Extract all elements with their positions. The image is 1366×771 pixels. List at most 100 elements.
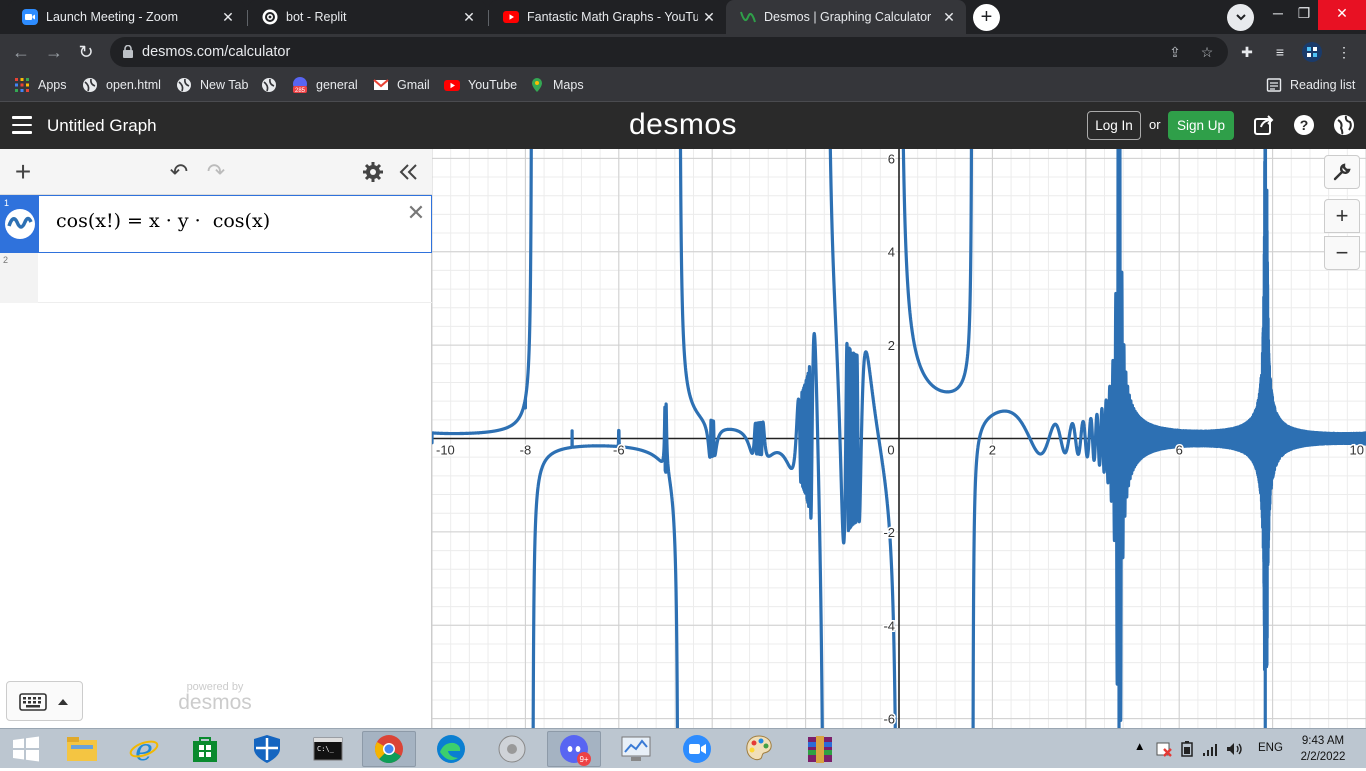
x-tick-label: 2 bbox=[989, 443, 996, 458]
bookmark-label: YouTube bbox=[468, 78, 518, 92]
maps-icon bbox=[532, 78, 542, 92]
share-graph-icon[interactable] bbox=[1253, 114, 1275, 136]
input-language-indicator[interactable]: ENG bbox=[1258, 742, 1283, 754]
or-text: or bbox=[1149, 117, 1161, 132]
taskbar-app[interactable] bbox=[424, 731, 478, 767]
replit-icon bbox=[262, 9, 278, 25]
tab-zoom[interactable]: Launch Meeting - Zoom ✕ bbox=[8, 0, 245, 34]
tab-replit[interactable]: bot - Replit ✕ bbox=[248, 0, 486, 34]
bookmark-new-tab[interactable]: New Tab bbox=[176, 76, 248, 94]
bookmark-untitled[interactable] bbox=[261, 76, 285, 94]
gmail-icon bbox=[373, 79, 389, 90]
back-button[interactable]: ← bbox=[8, 39, 34, 65]
taskbar-clock[interactable]: 9:43 AM 2/2/2022 bbox=[1288, 733, 1358, 765]
show-hidden-icons-icon[interactable]: ▲ bbox=[1134, 741, 1145, 753]
expression-row[interactable]: 2 bbox=[0, 253, 432, 303]
redo-button[interactable]: ↷ bbox=[203, 159, 229, 185]
x-tick-label: 0 bbox=[887, 443, 894, 458]
bookmark-apps[interactable]: Apps bbox=[14, 76, 67, 94]
bookmark-star-icon[interactable]: ☆ bbox=[1198, 43, 1216, 61]
share-icon[interactable]: ⇪ bbox=[1166, 43, 1184, 61]
settings-gear-icon[interactable] bbox=[360, 159, 386, 185]
zoom-in-button[interactable]: + bbox=[1324, 199, 1360, 233]
bookmark-youtube[interactable]: YouTube bbox=[444, 76, 517, 94]
delete-expression-icon[interactable]: ✕ bbox=[405, 202, 427, 224]
discord-badge-icon: 285 bbox=[293, 77, 307, 93]
zoom-out-button[interactable]: − bbox=[1324, 236, 1360, 270]
taskbar-app[interactable] bbox=[240, 731, 294, 767]
expression-formula[interactable]: cos(x!) = x · y · cos(x) bbox=[56, 210, 270, 232]
bookmark-maps[interactable]: Maps bbox=[529, 76, 584, 94]
keypad-toggle-button[interactable] bbox=[6, 681, 83, 721]
forward-button[interactable]: → bbox=[41, 39, 67, 65]
taskbar-app[interactable] bbox=[609, 731, 663, 767]
curve-color-icon[interactable] bbox=[5, 209, 35, 239]
notification-count: 285 bbox=[295, 88, 306, 93]
collapse-panel-icon[interactable] bbox=[396, 159, 422, 185]
expression-list-panel: + ↶ ↷ 1 cos(x!) = x · y · cos(x) ✕ 2 pow… bbox=[0, 149, 432, 728]
extensions-icon[interactable]: ✚ bbox=[1235, 40, 1259, 64]
globe-icon bbox=[177, 78, 191, 92]
start-button[interactable] bbox=[0, 731, 54, 767]
expression-index: 1 bbox=[4, 198, 10, 208]
security-alert-icon[interactable] bbox=[1156, 741, 1172, 757]
bookmark-gmail[interactable]: Gmail bbox=[373, 76, 430, 94]
close-window-button[interactable]: ✕ bbox=[1318, 0, 1366, 30]
browser-menu-icon[interactable]: ⋮ bbox=[1332, 40, 1356, 64]
powered-by-logo: desmos bbox=[178, 691, 252, 714]
undo-button[interactable]: ↶ bbox=[166, 159, 192, 185]
chevron-down-icon bbox=[1235, 14, 1246, 21]
browser-tab-strip: Launch Meeting - Zoom ✕ bot - Replit ✕ F… bbox=[0, 0, 1366, 34]
graph-canvas[interactable]: -10 -8 -6 0 2 6 10 -6 -4 -2 2 4 6 bbox=[432, 149, 1366, 728]
desmos-icon bbox=[740, 11, 756, 23]
close-tab-icon[interactable]: ✕ bbox=[217, 9, 239, 26]
taskbar-app[interactable] bbox=[485, 731, 539, 767]
taskbar-app[interactable]: C:\_ bbox=[301, 731, 355, 767]
clock-time: 9:43 AM bbox=[1301, 735, 1345, 747]
tab-search-button[interactable] bbox=[1227, 4, 1254, 31]
help-icon[interactable]: ? bbox=[1293, 114, 1315, 136]
address-bar[interactable]: desmos.com/calculator ⇪ ☆ bbox=[110, 37, 1228, 67]
bookmark-general[interactable]: 285 general bbox=[292, 76, 358, 94]
login-button[interactable]: Log In bbox=[1087, 111, 1141, 140]
reload-button[interactable]: ↻ bbox=[73, 39, 99, 65]
close-tab-icon[interactable]: ✕ bbox=[938, 9, 960, 26]
expression-gutter: 1 bbox=[1, 196, 39, 252]
globe-icon bbox=[262, 78, 276, 92]
taskbar-app[interactable] bbox=[670, 731, 724, 767]
close-tab-icon[interactable]: ✕ bbox=[698, 9, 720, 26]
x-tick-label: -8 bbox=[520, 443, 532, 458]
bookmark-open-html[interactable]: open.html bbox=[82, 76, 161, 94]
bookmark-label: general bbox=[316, 78, 358, 92]
taskbar-app[interactable] bbox=[362, 731, 416, 767]
tab-desmos[interactable]: Desmos | Graphing Calculator ✕ bbox=[726, 0, 966, 34]
tab-youtube[interactable]: Fantastic Math Graphs - YouTube ✕ bbox=[489, 0, 726, 34]
profile-avatar[interactable] bbox=[1300, 40, 1324, 64]
taskbar-app[interactable]: 9+ bbox=[547, 731, 601, 767]
browser-toolbar: ← → ↻ desmos.com/calculator ⇪ ☆ ✚ ≡ ⋮ bbox=[0, 34, 1366, 69]
add-expression-button[interactable]: + bbox=[10, 158, 36, 186]
graph-plot-area[interactable]: -10 -8 -6 0 2 6 10 -6 -4 -2 2 4 6 bbox=[432, 149, 1366, 728]
language-globe-icon[interactable] bbox=[1333, 114, 1355, 136]
y-tick-label: 2 bbox=[888, 338, 895, 353]
taskbar-app[interactable] bbox=[56, 731, 110, 767]
taskbar-app[interactable] bbox=[178, 731, 232, 767]
signup-button[interactable]: Sign Up bbox=[1168, 111, 1234, 140]
store-icon bbox=[193, 737, 217, 762]
network-signal-icon[interactable] bbox=[1202, 741, 1218, 757]
taskbar-app[interactable] bbox=[793, 731, 847, 767]
media-queue-icon[interactable]: ≡ bbox=[1268, 40, 1292, 64]
powered-by-desmos: powered by desmos bbox=[170, 681, 260, 713]
volume-icon[interactable] bbox=[1226, 741, 1244, 757]
battery-icon[interactable] bbox=[1180, 741, 1194, 757]
reading-list-button[interactable]: Reading list bbox=[1266, 76, 1355, 94]
reading-list-label: Reading list bbox=[1290, 78, 1356, 92]
new-tab-button[interactable]: + bbox=[973, 4, 1000, 31]
graph-settings-wrench-button[interactable] bbox=[1324, 155, 1360, 189]
taskbar-app[interactable] bbox=[732, 731, 786, 767]
clock-date: 2/2/2022 bbox=[1300, 751, 1346, 763]
taskbar-app[interactable]: e bbox=[117, 731, 171, 768]
expression-row[interactable]: 1 cos(x!) = x · y · cos(x) ✕ bbox=[0, 195, 432, 253]
close-tab-icon[interactable]: ✕ bbox=[458, 9, 480, 26]
internet-explorer-icon: e bbox=[129, 733, 159, 768]
